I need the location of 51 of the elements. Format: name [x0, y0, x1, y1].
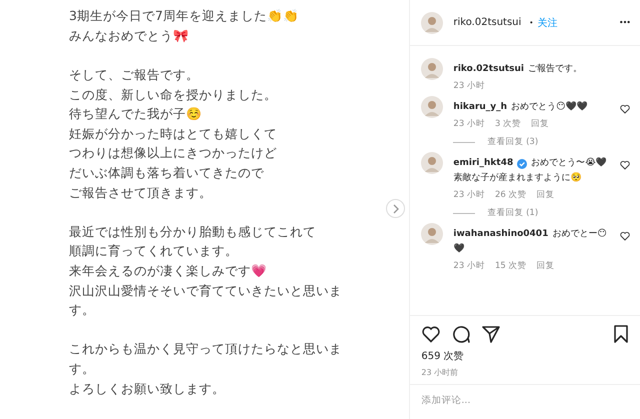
- note-text: 来年会えるのが凄く楽しみです💗: [69, 263, 267, 280]
- note-text: ご報告させて頂きます。: [69, 184, 212, 202]
- username[interactable]: emiri_hkt48: [453, 156, 514, 171]
- next-button[interactable]: [386, 199, 405, 218]
- comment-text: おめでとー😶: [552, 228, 607, 241]
- note-text: 最近では性別も分かり胎動も感じてこれて: [69, 224, 316, 241]
- comment-text: おめでとう😶🖤🖤: [511, 100, 588, 114]
- like-count: 15 次赞: [494, 260, 526, 272]
- note-text: 沢山沢山愛情そそいで育てていきたいと思いま: [69, 282, 342, 300]
- username[interactable]: riko.02tsutsui: [453, 62, 524, 77]
- avatar[interactable]: [421, 58, 444, 80]
- like-heart-icon[interactable]: [620, 104, 630, 114]
- comment-time: 23 小时: [453, 80, 485, 92]
- note-text: 順調に育ってくれています。: [69, 243, 238, 260]
- comment-text: おめでとう〜😭🖤: [531, 156, 607, 170]
- note-text: よろしくお願い致します。: [69, 380, 225, 398]
- like-count: 3 次赞: [494, 118, 522, 130]
- caption-text: ご報告です。: [528, 62, 582, 76]
- bookmark-icon[interactable]: [613, 324, 629, 344]
- username[interactable]: hikaru_y_h: [453, 100, 508, 115]
- more-options-button[interactable]: •••: [618, 18, 630, 27]
- like-count: 659 次赞: [420, 350, 465, 363]
- avatar[interactable]: [421, 223, 444, 245]
- heart-icon[interactable]: [421, 324, 442, 344]
- like-heart-icon[interactable]: [620, 231, 630, 241]
- note-text: 3期生が今日で7周年を迎えました👏👏: [69, 8, 299, 26]
- note-text: 待ち望んでた我が子☺: [69, 106, 202, 124]
- avatar[interactable]: [421, 96, 444, 118]
- comment-time: 23 小时: [453, 189, 485, 201]
- note-text: す。: [69, 360, 95, 378]
- comment-text: 素敵な子が産まれますように🥺: [453, 171, 582, 185]
- note-text: 妊娠が分かった時はとても嬉しくて: [69, 126, 277, 143]
- comment-text: 🖤: [453, 242, 464, 256]
- comment-time: 23 小时: [453, 118, 485, 130]
- comment-time: 23 小时: [453, 260, 485, 272]
- like-heart-icon[interactable]: [620, 160, 630, 170]
- avatar[interactable]: [421, 152, 444, 174]
- chevron-right-icon: [392, 204, 400, 214]
- note-text: つわりは想像以上にきつかったけど: [69, 145, 277, 162]
- note-text: この度、新しい命を授かりました。: [69, 86, 277, 104]
- like-count: 26 次赞: [494, 189, 526, 201]
- note-text: だいぶ体調も落ち着いてきたので: [69, 165, 264, 182]
- note-text: これからも温かく見守って頂けたらなと思いま: [69, 341, 342, 358]
- send-icon[interactable]: [481, 324, 502, 344]
- note-text: みんなおめでとう🎀: [69, 28, 189, 45]
- comment-icon[interactable]: [451, 324, 472, 344]
- note-text: す。: [69, 302, 95, 320]
- username[interactable]: iwahanashino0401: [453, 227, 548, 242]
- avatar[interactable]: [421, 12, 444, 34]
- username[interactable]: riko.02tsutsui: [453, 17, 522, 28]
- note-text: そして、ご報告です。: [69, 67, 199, 84]
